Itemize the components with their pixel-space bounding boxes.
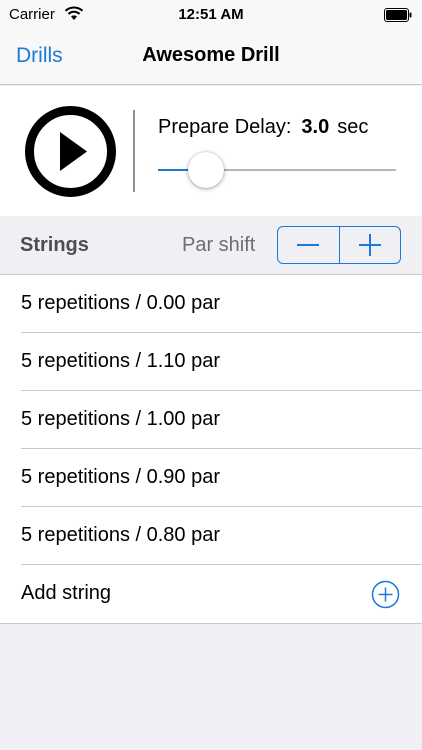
string-label: 5 repetitions / 1.10 par <box>21 350 221 372</box>
string-label: 5 repetitions / 0.80 par <box>21 524 221 546</box>
increment-button[interactable] <box>338 227 401 263</box>
string-label: 5 repetitions / 1.00 par <box>21 408 221 430</box>
prepare-delay-row: Prepare Delay: 3.0 sec <box>158 116 368 139</box>
vertical-divider <box>133 110 135 192</box>
string-label: 5 repetitions / 0.00 par <box>21 292 221 314</box>
decrement-button[interactable] <box>278 227 339 263</box>
page-title: Awesome Drill <box>142 44 280 66</box>
minus-icon <box>297 244 320 246</box>
plus-icon <box>358 234 381 256</box>
section-title: Strings <box>20 234 89 256</box>
add-string-row[interactable]: Add string <box>0 565 422 623</box>
status-bar: Carrier 12:51 AM <box>0 0 422 30</box>
list-item[interactable]: 5 repetitions / 0.00 par <box>0 275 422 333</box>
list-item[interactable]: 5 repetitions / 0.90 par <box>0 449 422 507</box>
play-icon[interactable] <box>24 105 117 198</box>
add-circle-icon[interactable] <box>371 580 400 609</box>
string-label: 5 repetitions / 0.90 par <box>21 466 221 488</box>
add-string-label: Add string <box>21 582 112 604</box>
strings-list: 5 repetitions / 0.00 par 5 repetitions /… <box>0 274 422 624</box>
drill-control-panel: Prepare Delay: 3.0 sec <box>0 86 422 216</box>
prepare-delay-unit: sec <box>337 116 369 138</box>
prepare-delay-slider-thumb[interactable] <box>187 152 224 188</box>
status-time: 12:51 AM <box>178 6 244 23</box>
list-item[interactable]: 5 repetitions / 1.00 par <box>0 391 422 449</box>
list-item[interactable]: 5 repetitions / 0.80 par <box>0 507 422 565</box>
list-item[interactable]: 5 repetitions / 1.10 par <box>0 333 422 391</box>
par-shift-stepper <box>277 226 401 264</box>
strings-section-header: Strings Par shift <box>0 216 422 274</box>
battery-icon <box>384 8 412 22</box>
prepare-delay-value: 3.0 <box>301 116 330 138</box>
prepare-delay-label: Prepare Delay: <box>158 116 292 138</box>
navigation-bar: Drills Awesome Drill <box>0 30 422 85</box>
par-shift-label: Par shift <box>182 234 256 256</box>
